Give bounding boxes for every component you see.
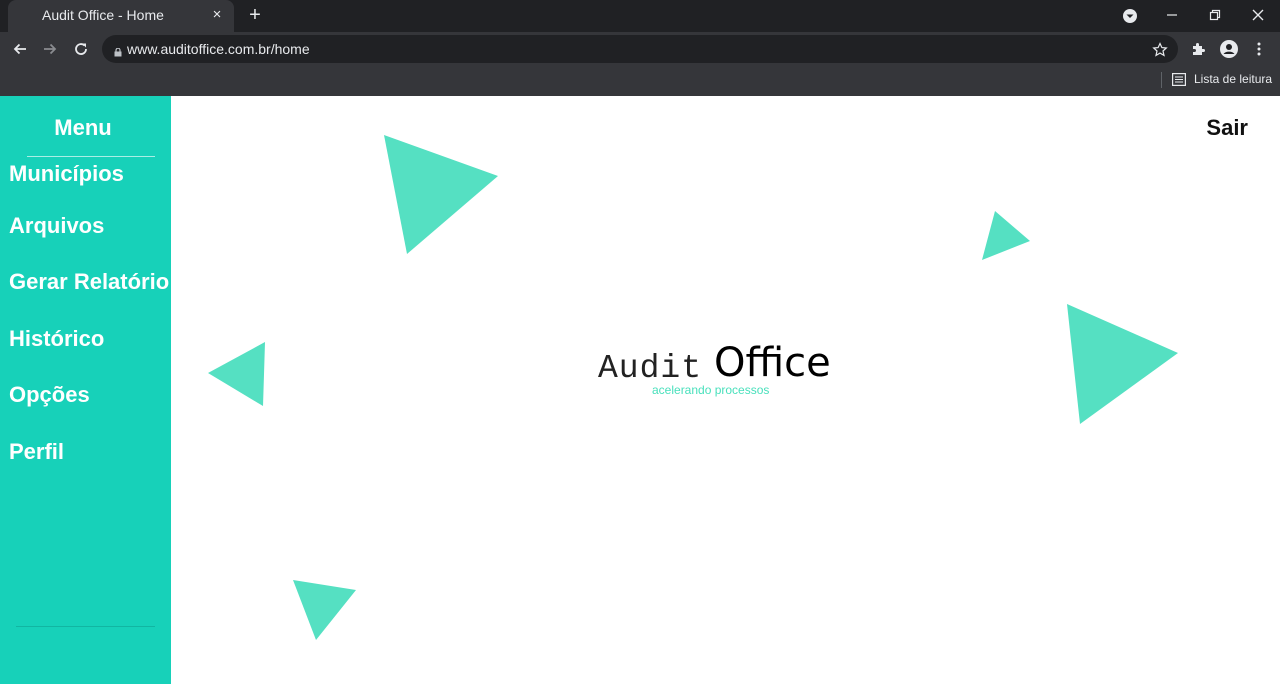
logo-tagline: acelerando processos — [652, 383, 770, 397]
sidebar-item-municipios[interactable]: Municípios — [9, 161, 124, 187]
bookmark-divider — [1161, 72, 1162, 88]
reload-icon[interactable] — [69, 37, 93, 61]
restore-icon[interactable] — [1195, 0, 1235, 30]
tab-title: Audit Office - Home — [42, 7, 164, 23]
browser-tab[interactable]: Audit Office - Home × — [8, 0, 234, 32]
reading-list-icon[interactable] — [1172, 73, 1187, 87]
logo-audit-text: Audit — [598, 350, 703, 387]
decor-triangle — [293, 580, 356, 640]
decor-triangle — [1067, 304, 1178, 424]
bookmark-bar: Lista de leitura — [0, 66, 1280, 96]
sidebar-menu: Menu Municípios Arquivos Gerar Relatório… — [0, 96, 171, 684]
url-text: www.auditoffice.com.br/home — [127, 41, 310, 57]
tab-search-icon[interactable] — [1110, 0, 1150, 30]
star-icon[interactable] — [1152, 38, 1168, 63]
decor-triangle — [982, 211, 1030, 260]
sidebar-item-arquivos[interactable]: Arquivos — [9, 213, 104, 239]
extensions-icon[interactable] — [1186, 37, 1210, 61]
browser-toolbar: www.auditoffice.com.br/home — [0, 32, 1280, 66]
reading-list-button[interactable]: Lista de leitura — [1194, 72, 1272, 86]
browser-tab-bar: Audit Office - Home × + — [0, 0, 1280, 32]
decor-triangle — [384, 135, 498, 254]
sidebar-item-historico[interactable]: Histórico — [9, 326, 104, 352]
sidebar-item-opcoes[interactable]: Opções — [9, 382, 90, 408]
back-icon[interactable] — [8, 37, 32, 61]
decor-triangle — [208, 342, 265, 406]
menu-divider — [16, 626, 155, 627]
new-tab-button[interactable]: + — [244, 4, 266, 26]
menu-divider — [27, 156, 155, 157]
more-icon[interactable] — [1247, 37, 1271, 61]
audit-office-logo: Audit Office acelerando processos — [598, 340, 848, 400]
profile-icon[interactable] — [1217, 37, 1241, 61]
close-window-icon[interactable] — [1238, 0, 1278, 30]
address-bar[interactable]: www.auditoffice.com.br/home — [102, 35, 1178, 63]
page-content: Menu Municípios Arquivos Gerar Relatório… — [0, 96, 1280, 684]
forward-icon[interactable] — [38, 37, 62, 61]
menu-title: Menu — [54, 115, 112, 140]
sidebar-item-perfil[interactable]: Perfil — [9, 439, 64, 465]
tab-close-icon[interactable]: × — [208, 6, 226, 24]
lock-icon — [114, 44, 122, 57]
sidebar-item-gerar-relatorio[interactable]: Gerar Relatório — [9, 269, 169, 295]
minimize-icon[interactable] — [1152, 0, 1192, 30]
logo-office-text: Office — [714, 340, 831, 386]
logout-button[interactable]: Sair — [1206, 115, 1248, 141]
